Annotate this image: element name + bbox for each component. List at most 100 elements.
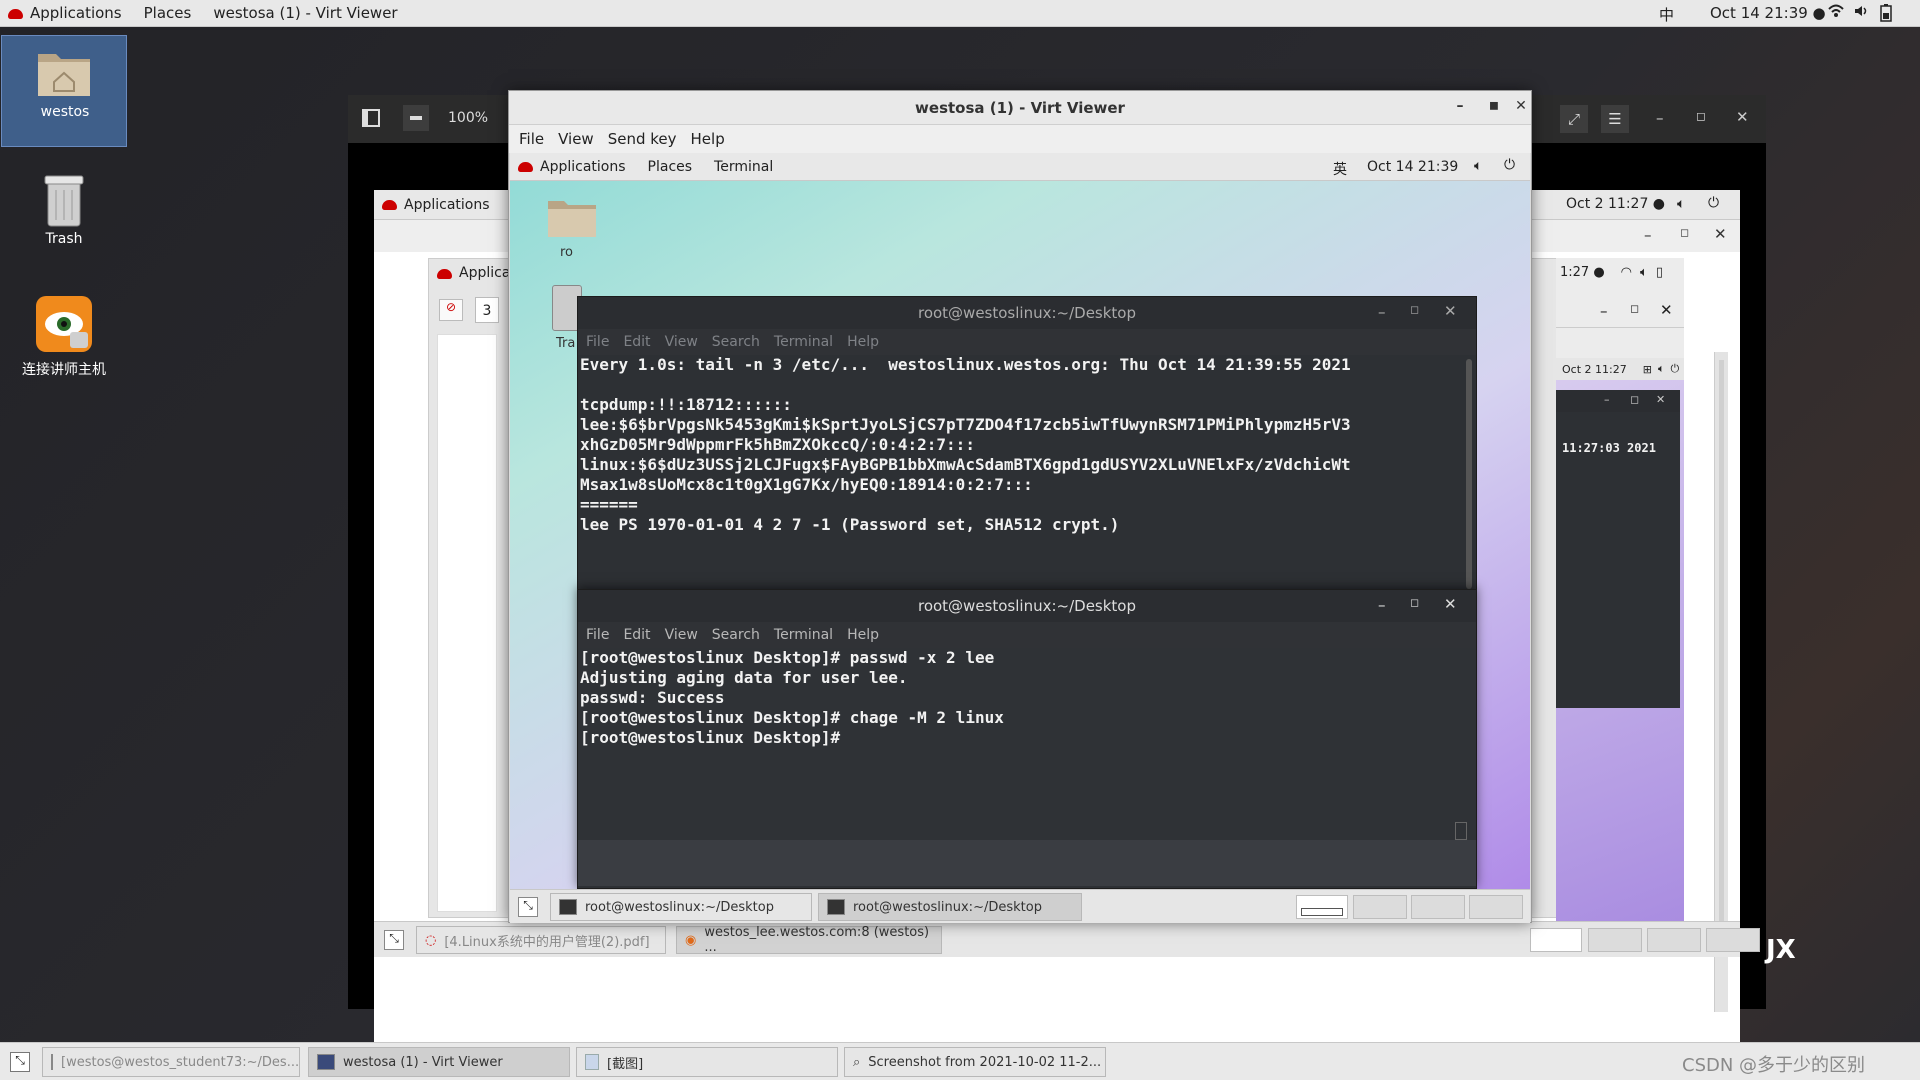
terminal1-output[interactable]: Every 1.0s: tail -n 3 /etc/... westoslin… — [578, 355, 1468, 595]
t1-menu-edit[interactable]: Edit — [623, 334, 650, 350]
task-virt-viewer[interactable]: westosa (1) - Virt Viewer — [308, 1047, 570, 1077]
pdf-icon[interactable]: ⊘ — [439, 299, 463, 321]
t2-menu-terminal[interactable]: Terminal — [774, 627, 833, 643]
nested-applications[interactable]: Applica — [459, 265, 510, 281]
nested-clock[interactable]: 1:27 ● — [1560, 265, 1605, 280]
t2-menu-file[interactable]: File — [586, 627, 609, 643]
t2-menu-help[interactable]: Help — [847, 627, 879, 643]
minimize-icon[interactable]: – — [1443, 98, 1477, 114]
task-terminal[interactable]: [westos@westos_student73:~/Des... — [42, 1047, 300, 1077]
show-desktop-icon[interactable]: ⤡ — [10, 1052, 30, 1072]
close-icon[interactable]: ✕ — [1444, 302, 1457, 320]
nested-clock-3[interactable]: Oct 2 11:27 — [1562, 363, 1627, 376]
minimize-icon[interactable]: – — [1378, 303, 1386, 321]
menu-send-key[interactable]: Send key — [608, 130, 677, 148]
minimize-icon[interactable]: – — [1378, 596, 1386, 614]
home-folder-icon-selection[interactable]: westos — [1, 35, 127, 147]
trash-icon[interactable] — [38, 170, 90, 230]
virt-viewer-titlebar[interactable]: westosa (1) - Virt Viewer – ◼ ✕ — [509, 91, 1531, 125]
power-icon[interactable]: ⏻ — [1504, 157, 1515, 173]
sidebar-toggle-icon[interactable] — [362, 109, 380, 127]
outer-close-icon[interactable]: ✕ — [1736, 108, 1749, 126]
volume-icon[interactable]: 🔈︎ — [1658, 362, 1665, 376]
t2-menu-search[interactable]: Search — [712, 627, 760, 643]
terminal1-scrollbar[interactable] — [1466, 359, 1472, 589]
power-icon[interactable]: ⏻ — [1708, 195, 1719, 211]
menu-view[interactable]: View — [558, 130, 594, 148]
applications-menu[interactable]: Applications — [8, 4, 122, 22]
task-screenshot-viewer[interactable]: ⌕ Screenshot from 2021-10-02 11-2... — [844, 1047, 1106, 1077]
close-icon[interactable]: ✕ — [1714, 225, 1727, 243]
maximize-icon[interactable]: ◻ — [1410, 303, 1419, 316]
t2-menu-edit[interactable]: Edit — [623, 627, 650, 643]
power-icon[interactable]: ⏻ — [1671, 362, 1680, 376]
t1-menu-terminal[interactable]: Terminal — [774, 334, 833, 350]
maximize-icon[interactable]: ◼ — [1477, 98, 1511, 112]
menu-file[interactable]: File — [519, 130, 544, 148]
workspace-3[interactable] — [1647, 928, 1701, 952]
hamburger-menu-icon[interactable]: ☰ — [1601, 105, 1629, 133]
maximize-icon[interactable]: ◻ — [1680, 226, 1689, 239]
scrollbar-thumb[interactable] — [1719, 360, 1724, 940]
outer-maximize-icon[interactable]: ◻ — [1696, 109, 1706, 123]
close-icon[interactable]: ✕ — [1656, 393, 1665, 406]
guest-ime[interactable]: 英 — [1333, 159, 1347, 179]
outer-inner-applications[interactable]: Applications — [382, 197, 490, 213]
guest-places-menu[interactable]: Places — [648, 159, 693, 175]
show-desktop-icon[interactable]: ⤡ — [384, 930, 404, 950]
places-menu[interactable]: Places — [144, 4, 192, 22]
t1-menu-file[interactable]: File — [586, 334, 609, 350]
volume-icon[interactable]: 🔈︎ — [1677, 196, 1685, 212]
t2-menu-view[interactable]: View — [665, 627, 698, 643]
t1-menu-view[interactable]: View — [665, 334, 698, 350]
teacher-host-icon[interactable] — [36, 296, 92, 352]
menu-help[interactable]: Help — [691, 130, 725, 148]
outer-minimize-icon[interactable]: – — [1656, 109, 1664, 127]
terminal1-titlebar[interactable]: root@westoslinux:~/Desktop – ◻ ✕ — [578, 297, 1476, 329]
guest-workspace-1[interactable] — [1296, 895, 1348, 919]
page-number[interactable]: 3 — [475, 297, 499, 323]
minimize-icon[interactable]: – — [1644, 226, 1652, 244]
clock[interactable]: Oct 14 21:39 ● — [1710, 4, 1826, 22]
battery-icon[interactable]: ▯ — [1656, 265, 1663, 280]
terminal2-output[interactable]: [root@westoslinux Desktop]# passwd -x 2 … — [578, 648, 1476, 886]
outer-task-pdf[interactable]: ◌ [4.Linux系统中的用户管理(2).pdf] — [416, 926, 666, 954]
workspace-2[interactable] — [1588, 928, 1642, 952]
guest-applications-menu[interactable]: Applications — [518, 159, 626, 175]
guest-clock[interactable]: Oct 14 21:39 — [1367, 159, 1458, 175]
minimize-icon[interactable]: – — [1604, 393, 1610, 406]
t1-menu-search[interactable]: Search — [712, 334, 760, 350]
zoom-level[interactable]: 100% — [448, 110, 488, 126]
guest-display[interactable]: Applications Places Terminal 英 Oct 14 21… — [510, 153, 1530, 889]
maximize-icon[interactable]: ◻ — [1630, 302, 1639, 315]
battery-icon[interactable] — [1880, 4, 1892, 26]
network-icon[interactable]: ⊞ — [1643, 363, 1652, 376]
volume-icon[interactable] — [1853, 3, 1869, 23]
outer-scrollbar[interactable] — [1714, 352, 1728, 1012]
wifi-icon[interactable] — [1828, 3, 1844, 23]
maximize-icon[interactable]: ◻ — [1410, 596, 1419, 609]
ime-indicator[interactable]: 中 — [1659, 4, 1674, 25]
terminal2-titlebar[interactable]: root@westoslinux:~/Desktop – ◻ ✕ — [578, 590, 1476, 622]
volume-icon[interactable]: 🔈︎ — [1640, 265, 1648, 280]
t1-menu-help[interactable]: Help — [847, 334, 879, 350]
maximize-icon[interactable]: ◻ — [1630, 393, 1639, 406]
close-icon[interactable]: ✕ — [1444, 595, 1457, 613]
guest-terminal-menu[interactable]: Terminal — [714, 159, 773, 175]
outer-task-westos[interactable]: ◉ westos_lee.westos.com:8 (westos) ... — [676, 925, 942, 955]
guest-workspace-3[interactable] — [1411, 895, 1465, 919]
wifi-icon[interactable]: ◠ — [1621, 265, 1632, 280]
show-desktop-icon[interactable]: ⤡ — [518, 897, 538, 917]
guest-task-terminal-1[interactable]: root@westoslinux:~/Desktop — [550, 893, 812, 921]
minimize-icon[interactable]: – — [1600, 302, 1608, 320]
volume-icon[interactable]: 🔈︎ — [1474, 158, 1482, 174]
outer-inner-clock[interactable]: Oct 2 11:27 ● — [1566, 196, 1665, 212]
fullscreen-icon[interactable]: ⤢ — [1560, 105, 1588, 133]
close-icon[interactable]: ✕ — [1660, 301, 1673, 319]
active-window-title[interactable]: westosa (1) - Virt Viewer — [213, 4, 397, 22]
workspace-1[interactable] — [1530, 928, 1582, 952]
zoom-out-button[interactable] — [403, 105, 429, 131]
guest-workspace-4[interactable] — [1469, 895, 1523, 919]
guest-workspace-2[interactable] — [1353, 895, 1407, 919]
task-screenshot-tool[interactable]: [截图] — [576, 1047, 838, 1077]
